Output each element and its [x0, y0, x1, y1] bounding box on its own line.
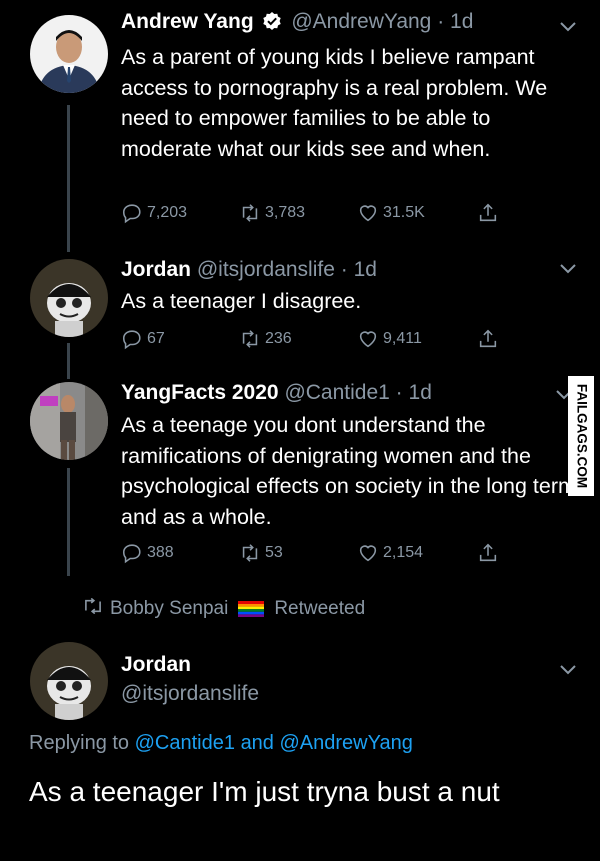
- watermark-text: FAILGAGS.COM: [574, 384, 589, 488]
- reply-button[interactable]: 67: [121, 328, 165, 350]
- reply-count: 7,203: [147, 204, 188, 221]
- tweet-actions: 7,203 3,783 31.5K: [121, 202, 501, 226]
- like-icon: [359, 331, 377, 348]
- like-icon: [359, 545, 377, 562]
- main-tweet-text: As a teenager I'm just tryna bust a nut: [29, 776, 500, 807]
- reply-count: 67: [147, 330, 165, 347]
- tweet-text: As a teenager I disagree.: [121, 289, 362, 313]
- tweet-text: As a teenage you dont understand the ram…: [121, 413, 576, 529]
- rainbow-flag-icon: [238, 601, 265, 617]
- retweet-count: 236: [265, 330, 292, 347]
- retweet-count: 53: [265, 544, 283, 561]
- like-count: 9,411: [383, 330, 422, 347]
- main-tweet-name: Jordan: [121, 653, 191, 677]
- timestamp[interactable]: 1d: [354, 258, 377, 281]
- chevron-down-icon[interactable]: [560, 665, 576, 675]
- share-button[interactable]: [477, 328, 499, 350]
- handle[interactable]: @itsjordanslife: [197, 258, 335, 281]
- retweet-button[interactable]: 3,783: [239, 202, 305, 224]
- retweet-icon: [242, 330, 258, 348]
- like-button[interactable]: 9,411: [357, 328, 422, 350]
- main-tweet-handle: @itsjordanslife: [121, 682, 259, 706]
- retweeter-name: Bobby Senpai: [110, 598, 229, 619]
- tweet-header: YangFacts 2020 @Cantide1 · 1d: [121, 381, 432, 405]
- display-name[interactable]: Andrew Yang: [121, 10, 254, 33]
- separator-dot: ·: [340, 258, 348, 281]
- display-name[interactable]: Jordan: [121, 653, 191, 676]
- reply-icon: [122, 544, 141, 564]
- like-count: 2,154: [383, 544, 424, 561]
- mention-link[interactable]: @AndrewYang: [280, 732, 413, 754]
- replying-to: Replying to @Cantide1 and @AndrewYang: [29, 732, 413, 755]
- reply-button[interactable]: 388: [121, 542, 174, 564]
- separator-dot: ·: [395, 381, 403, 404]
- reply-button[interactable]: 7,203: [121, 202, 187, 224]
- retweet-count: 3,783: [265, 204, 306, 221]
- share-icon: [479, 329, 497, 348]
- display-name[interactable]: YangFacts 2020: [121, 381, 279, 404]
- reply-count: 388: [147, 544, 174, 561]
- tweet-jordan-reply[interactable]: Jordan @itsjordanslife · 1d As a teenage…: [0, 250, 600, 374]
- retweet-icon: [242, 544, 258, 562]
- share-icon: [479, 543, 497, 562]
- avatar[interactable]: [30, 259, 108, 337]
- tweet-header: Jordan @itsjordanslife · 1d: [121, 258, 377, 282]
- retweeted-label: Retweeted: [274, 598, 366, 619]
- retweet-button[interactable]: 236: [239, 328, 292, 350]
- like-icon: [359, 205, 377, 222]
- tweet-andrew-yang[interactable]: Andrew Yang @AndrewYang · 1d As a parent…: [0, 0, 600, 250]
- like-button[interactable]: 2,154: [357, 542, 423, 564]
- like-count: 31.5K: [383, 204, 425, 221]
- timestamp[interactable]: 1d: [450, 10, 473, 33]
- retweet-button[interactable]: 53: [239, 542, 283, 564]
- handle[interactable]: @itsjordanslife: [121, 682, 259, 705]
- tweet-actions: 388 53 2,154: [121, 542, 501, 566]
- separator-dot: ·: [437, 10, 445, 33]
- reply-icon: [122, 204, 141, 224]
- handle[interactable]: @Cantide1: [284, 381, 389, 404]
- tweet-yangfacts[interactable]: YangFacts 2020 @Cantide1 · 1d As a teena…: [0, 374, 600, 584]
- tweet-header: Andrew Yang @AndrewYang · 1d: [121, 10, 473, 34]
- display-name[interactable]: Jordan: [121, 258, 191, 281]
- share-button[interactable]: [477, 542, 499, 564]
- timestamp[interactable]: 1d: [409, 381, 432, 404]
- handle[interactable]: @AndrewYang: [291, 10, 431, 33]
- share-icon: [479, 203, 497, 222]
- verified-badge-icon: [262, 11, 282, 31]
- avatar[interactable]: [30, 382, 108, 460]
- like-button[interactable]: 31.5K: [357, 202, 425, 224]
- avatar[interactable]: [30, 642, 108, 720]
- retweeted-banner[interactable]: Bobby Senpai Retweeted: [82, 597, 366, 620]
- watermark: FAILGAGS.COM: [568, 376, 594, 496]
- retweet-icon: [242, 204, 258, 222]
- chevron-down-icon[interactable]: [560, 22, 576, 32]
- mention-and[interactable]: and: [241, 732, 274, 754]
- tweet-text: As a parent of young kids I believe ramp…: [121, 45, 548, 161]
- mention-link[interactable]: @Cantide1: [135, 732, 235, 754]
- chevron-down-icon[interactable]: [560, 264, 576, 274]
- retweet-icon: [82, 597, 104, 620]
- tweet-actions: 67 236 9,411: [121, 328, 501, 352]
- avatar[interactable]: [30, 15, 108, 93]
- share-button[interactable]: [477, 202, 499, 224]
- replying-prefix: Replying to: [29, 732, 130, 754]
- reply-icon: [122, 330, 141, 350]
